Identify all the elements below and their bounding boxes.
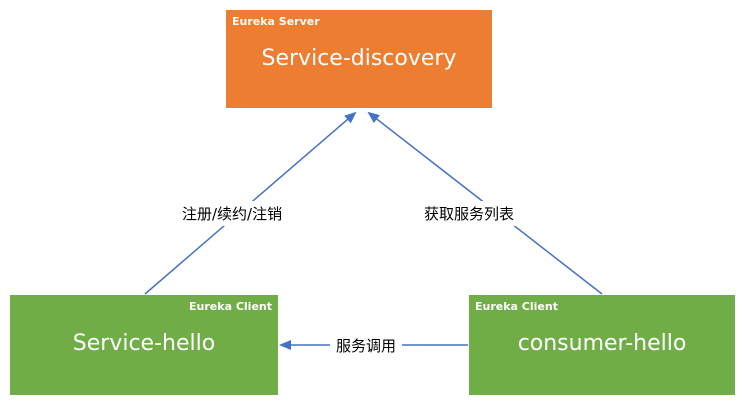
invoke-label: 服务调用 [330,333,403,358]
client-left-tag: Eureka Client [189,300,272,313]
client-left-title: Service-hello [72,331,216,356]
server-title: Service-discovery [261,46,457,71]
service-hello-box: Eureka Client Service-hello [10,295,278,395]
consumer-hello-box: Eureka Client consumer-hello [469,295,735,395]
client-right-title: consumer-hello [517,331,687,356]
server-tag: Eureka Server [232,15,320,28]
register-label: 注册/续约/注销 [176,201,289,226]
fetch-label: 获取服务列表 [418,201,521,226]
eureka-server-box: Eureka Server Service-discovery [226,10,492,108]
client-right-tag: Eureka Client [475,300,558,313]
